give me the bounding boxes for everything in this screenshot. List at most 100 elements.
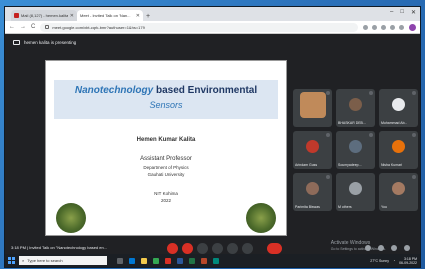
system-tray: 27°C Sunny ◔ 3:18 PM 06-09-2022 (370, 257, 417, 265)
presenting-banner: hemen kalita is presenting (13, 40, 76, 45)
gmail-icon (14, 13, 19, 18)
camera-icon[interactable] (363, 24, 368, 30)
address-bar: ← → C meet.google.com/xbt-cqrk-bmr?authu… (5, 21, 420, 34)
present-screen-icon (13, 40, 20, 45)
browser-toolbar (363, 24, 404, 30)
reload-button[interactable]: C (31, 24, 35, 30)
people-icon[interactable] (378, 245, 384, 251)
more-options-button[interactable] (242, 243, 253, 254)
edge-icon[interactable] (129, 257, 135, 264)
participant-avatar (349, 182, 362, 195)
share-icon[interactable] (372, 24, 377, 30)
url-text: meet.google.com/xbt-cqrk-bmr?authuser=1&… (52, 24, 145, 30)
participant-tile[interactable]: Muhammad Ab... (379, 89, 418, 127)
event-name: NIT Kohima (154, 191, 178, 196)
mic-off-icon (369, 133, 373, 137)
slide-subtitle: Sensors (149, 100, 183, 110)
word-icon[interactable] (177, 257, 183, 264)
participant-tile[interactable]: Parimita Biswas (293, 173, 332, 211)
participant-name: Parimita Biswas (295, 205, 320, 209)
tab-meet[interactable]: Meet - Invited Talk on 'Nan... ✕ (5, 10, 143, 40)
search-placeholder: Type here to search (27, 258, 63, 263)
presentation-slide: Nanotechnology based Environmental Senso… (45, 60, 287, 236)
close-window-button[interactable]: ✕ (411, 9, 416, 16)
mic-off-icon (412, 133, 416, 137)
raise-hand-button[interactable] (212, 243, 223, 254)
presenter-name: Hemen Kumar Kalita (136, 137, 196, 143)
start-button[interactable] (8, 257, 15, 264)
maximize-button[interactable]: □ (400, 9, 404, 16)
slide-title-rest: based Environmental (153, 85, 258, 96)
tab-label: Mail (8,127) - hemen.kalita@... (21, 13, 68, 18)
clock[interactable]: 3:18 PM 06-09-2022 (399, 257, 417, 265)
event-year: 2022 (160, 198, 171, 203)
browser-window: Mail (8,127) - hemen.kalita@... ✕ Meet -… (4, 6, 421, 268)
mic-toggle-button[interactable] (167, 243, 178, 254)
close-icon[interactable]: ✕ (136, 13, 140, 19)
presenter-role: Assistant Professor (140, 156, 192, 162)
participant-tile[interactable]: Nisha Kumari (379, 131, 418, 169)
present-button[interactable] (227, 243, 238, 254)
star-icon[interactable] (381, 24, 386, 30)
task-view-icon[interactable] (117, 257, 123, 264)
meet-side-controls (365, 245, 410, 251)
presenter-department: Department of Physics (143, 165, 189, 170)
forward-button[interactable]: → (20, 24, 26, 30)
participant-tile[interactable] (293, 89, 332, 127)
participant-avatar (392, 140, 405, 153)
info-icon[interactable] (365, 245, 371, 251)
participant-name: M others (338, 205, 352, 209)
participant-name: BHASKAR DEB... (338, 121, 366, 125)
mic-off-icon (326, 175, 330, 179)
windows-taskbar: ⌕ Type here to search 27°C Sunny ◔ 3:18 … (5, 254, 420, 267)
camera-toggle-button[interactable] (182, 243, 193, 254)
acrobat-icon[interactable] (165, 257, 171, 264)
lock-icon (45, 25, 50, 29)
url-input[interactable]: meet.google.com/xbt-cqrk-bmr?authuser=1&… (40, 22, 358, 32)
close-icon[interactable]: ✕ (70, 13, 74, 19)
tab-gmail[interactable]: Mail (8,127) - hemen.kalita@... ✕ (11, 10, 77, 21)
taskbar-apps (117, 257, 219, 264)
puzzle-icon[interactable] (399, 24, 404, 30)
university-logo (56, 203, 86, 233)
weather-status[interactable]: 27°C Sunny (370, 259, 389, 263)
mic-off-icon (412, 91, 416, 95)
participant-avatar (349, 98, 362, 111)
participant-avatar (306, 182, 319, 195)
participant-tile[interactable]: Arindam Guss (293, 131, 332, 169)
captions-button[interactable] (197, 243, 208, 254)
chat-icon[interactable] (391, 245, 397, 251)
participant-avatar (349, 140, 362, 153)
meet-app-icon[interactable] (213, 257, 219, 264)
mic-off-icon (369, 91, 373, 95)
tab-label: Meet - Invited Talk on 'Nan... (80, 13, 131, 18)
participant-name: Arindam Guss (295, 163, 318, 167)
tab-strip: Mail (8,127) - hemen.kalita@... ✕ Meet -… (5, 7, 420, 40)
file-explorer-icon[interactable] (141, 257, 147, 264)
new-tab-button[interactable]: + (146, 13, 150, 20)
window-controls: – □ ✕ (390, 9, 416, 16)
back-button[interactable]: ← (9, 24, 15, 30)
profile-avatar[interactable] (409, 23, 416, 31)
activities-icon[interactable] (404, 245, 410, 251)
excel-icon[interactable] (189, 257, 195, 264)
participant-tile[interactable]: You (379, 173, 418, 211)
participant-video (300, 92, 326, 118)
presenter-university: Gauhati University (147, 172, 185, 177)
slide-title: Nanotechnology based Environmental (46, 85, 286, 97)
powerpoint-icon[interactable] (201, 257, 207, 264)
end-call-button[interactable] (267, 243, 282, 254)
wifi-icon[interactable]: ◔ (393, 259, 395, 263)
participant-tile[interactable]: M others (336, 173, 375, 211)
participant-name: You (381, 205, 387, 209)
participant-avatar (392, 182, 405, 195)
participant-tile[interactable]: Soumyadeep... (336, 131, 375, 169)
clock-date: 06-09-2022 (399, 260, 417, 265)
taskbar-search[interactable]: ⌕ Type here to search (19, 256, 107, 265)
participant-tile[interactable]: BHASKAR DEB... (336, 89, 375, 127)
mic-off-icon (326, 91, 330, 95)
chrome-icon[interactable] (153, 257, 159, 264)
windows-logo-icon (8, 257, 11, 260)
extension-icon[interactable] (390, 24, 395, 30)
minimize-button[interactable]: – (390, 9, 393, 16)
